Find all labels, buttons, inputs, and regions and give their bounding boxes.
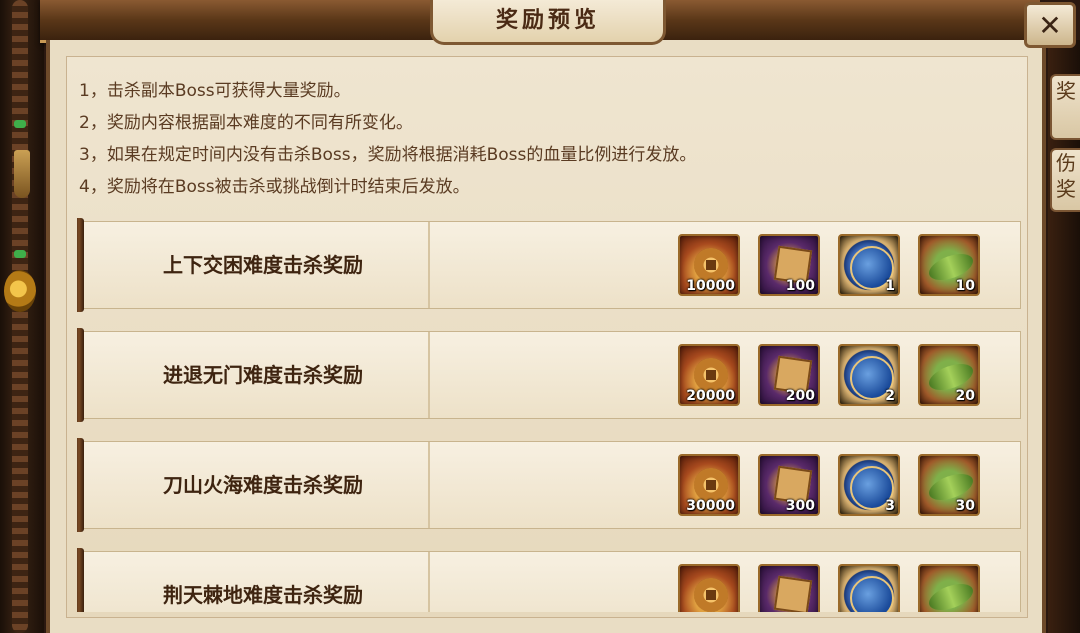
- jade-bead-icon: [14, 120, 26, 128]
- side-tab-damage-rewards[interactable]: 伤 奖: [1050, 148, 1080, 212]
- rope-strand: [12, 0, 28, 633]
- item-count: 20000: [686, 388, 735, 404]
- side-tab-label: 伤 奖: [1056, 151, 1076, 201]
- reward-items: [678, 564, 980, 612]
- side-tab-strip: 奖 伤 奖: [1048, 40, 1080, 633]
- item-count: 2: [885, 388, 895, 404]
- herb-icon[interactable]: 30: [918, 454, 980, 516]
- tassel-icon: [14, 150, 30, 198]
- herb-icon[interactable]: 10: [918, 234, 980, 296]
- chest-icon[interactable]: 300: [758, 454, 820, 516]
- reward-items: 10000 100 1 10: [678, 234, 980, 296]
- scroll-rod-icon: [77, 548, 84, 612]
- item-count: 300: [785, 498, 815, 514]
- close-icon: ✕: [1038, 8, 1062, 42]
- rule-text: 2，奖励内容根据副本难度的不同有所变化。: [79, 113, 413, 133]
- dialog-title: 奖励预览: [430, 0, 666, 45]
- item-count: 10: [955, 278, 975, 294]
- chest-icon[interactable]: 100: [758, 234, 820, 296]
- rule-text: 1，击杀副本Boss可获得大量奖励。: [79, 81, 351, 101]
- rules-list: 1，击杀副本Boss可获得大量奖励。 2，奖励内容根据副本难度的不同有所变化。 …: [79, 75, 696, 203]
- reward-row-label: 刀山火海难度击杀奖励: [98, 442, 430, 528]
- reward-items: 30000 300 3 30: [678, 454, 980, 516]
- item-count: 3: [885, 498, 895, 514]
- orb-icon[interactable]: 1: [838, 234, 900, 296]
- close-button[interactable]: ✕: [1024, 2, 1076, 48]
- reward-row-label: 进退无门难度击杀奖励: [98, 332, 430, 418]
- item-count: 30000: [686, 498, 735, 514]
- rule-text: 3，如果在规定时间内没有击杀Boss，奖励将根据消耗Boss的血量比例进行发放。: [79, 145, 697, 165]
- panel-content: 1，击杀副本Boss可获得大量奖励。 2，奖励内容根据副本难度的不同有所变化。 …: [66, 56, 1028, 618]
- scroll-rod-icon: [77, 328, 84, 422]
- item-count: 200: [785, 388, 815, 404]
- herb-icon[interactable]: 20: [918, 344, 980, 406]
- orb-icon[interactable]: [838, 564, 900, 612]
- item-count: 20: [955, 388, 975, 404]
- reward-row: 进退无门难度击杀奖励 20000 200 2 20: [77, 328, 1021, 422]
- reward-row: 刀山火海难度击杀奖励 30000 300 3 30: [77, 438, 1021, 532]
- scroll-rod-icon: [77, 438, 84, 532]
- rope-decoration: [0, 0, 44, 633]
- jade-bead-icon: [14, 250, 26, 258]
- herb-icon[interactable]: [918, 564, 980, 612]
- coin-icon[interactable]: 10000: [678, 234, 740, 296]
- orb-icon[interactable]: 3: [838, 454, 900, 516]
- chest-icon[interactable]: [758, 564, 820, 612]
- scroll-rod-icon: [77, 218, 84, 312]
- coin-icon[interactable]: [678, 564, 740, 612]
- coin-icon[interactable]: 20000: [678, 344, 740, 406]
- chest-icon[interactable]: 200: [758, 344, 820, 406]
- coin-icon[interactable]: 30000: [678, 454, 740, 516]
- reward-row: 上下交困难度击杀奖励 10000 100 1 10: [77, 218, 1021, 312]
- item-count: 1: [885, 278, 895, 294]
- side-tab-label: 奖: [1056, 79, 1076, 103]
- rule-text: 4，奖励将在Boss被击杀或挑战倒计时结束后发放。: [79, 177, 470, 197]
- golden-coil-icon: [4, 270, 36, 312]
- orb-icon[interactable]: 2: [838, 344, 900, 406]
- reward-items: 20000 200 2 20: [678, 344, 980, 406]
- item-count: 10000: [686, 278, 735, 294]
- reward-row: 荆天棘地难度击杀奖励: [77, 548, 1021, 612]
- reward-list[interactable]: 上下交困难度击杀奖励 10000 100 1 10 进退无门难度击杀奖励 200…: [77, 217, 1021, 612]
- reward-row-label: 荆天棘地难度击杀奖励: [98, 552, 430, 612]
- reward-preview-panel: 1，击杀副本Boss可获得大量奖励。 2，奖励内容根据副本难度的不同有所变化。 …: [46, 40, 1046, 633]
- item-count: 30: [955, 498, 975, 514]
- side-tab-rewards[interactable]: 奖: [1050, 74, 1080, 140]
- reward-row-label: 上下交困难度击杀奖励: [98, 222, 430, 308]
- item-count: 100: [785, 278, 815, 294]
